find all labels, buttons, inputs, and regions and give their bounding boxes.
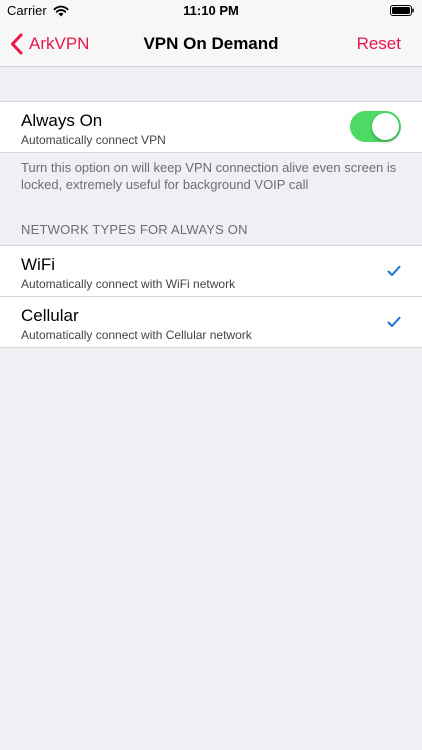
always-on-toggle[interactable] (350, 111, 401, 142)
always-on-subtitle: Automatically connect VPN (21, 133, 166, 147)
navigation-bar: ArkVPN VPN On Demand Reset (0, 22, 422, 67)
always-on-footer: Turn this option on will keep VPN connec… (21, 160, 397, 192)
toggle-knob (372, 113, 399, 140)
cellular-subtitle: Automatically connect with Cellular netw… (21, 328, 252, 342)
reset-button[interactable]: Reset (357, 22, 401, 66)
status-bar: Carrier 11:10 PM (0, 0, 422, 22)
network-types-header: NETWORK TYPES FOR ALWAYS ON (21, 222, 248, 237)
always-on-group: Always On Automatically connect VPN (0, 101, 422, 153)
wifi-subtitle: Automatically connect with WiFi network (21, 277, 236, 291)
always-on-title: Always On (21, 111, 103, 130)
cellular-title: Cellular (21, 306, 79, 325)
checkmark-icon (387, 316, 401, 327)
wifi-title: WiFi (21, 255, 55, 274)
always-on-cell: Always On Automatically connect VPN (0, 102, 422, 152)
network-type-cellular[interactable]: Cellular Automatically connect with Cell… (0, 296, 422, 347)
checkmark-icon (387, 265, 401, 276)
battery-icon (390, 5, 414, 16)
network-types-group: WiFi Automatically connect with WiFi net… (0, 245, 422, 348)
network-type-wifi[interactable]: WiFi Automatically connect with WiFi net… (0, 246, 422, 296)
status-time: 11:10 PM (183, 3, 239, 18)
